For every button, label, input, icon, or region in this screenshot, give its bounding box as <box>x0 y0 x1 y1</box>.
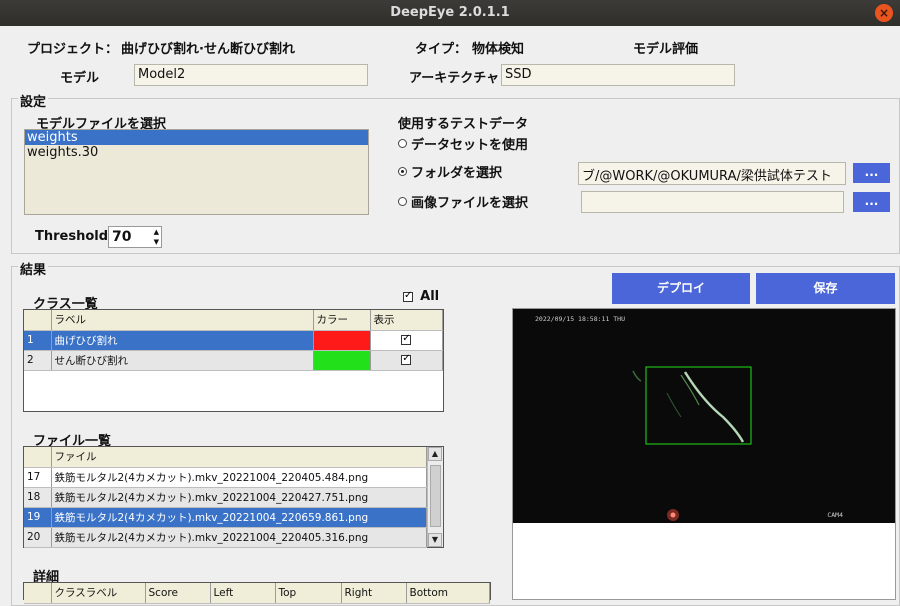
browse-image-button[interactable]: ... <box>853 192 890 212</box>
row-index[interactable]: 17 <box>24 467 52 488</box>
radio-icon[interactable] <box>398 197 407 206</box>
all-label: All <box>420 289 440 304</box>
row-index[interactable]: 2 <box>24 350 52 371</box>
window-titlebar: DeepEye 2.0.1.1 <box>0 0 900 26</box>
option-image-label[interactable]: 画像ファイルを選択 <box>411 192 528 211</box>
corner-cell <box>24 583 52 604</box>
radio-icon[interactable] <box>398 139 407 148</box>
scroll-thumb[interactable] <box>430 465 441 527</box>
column-header[interactable]: Top <box>275 583 342 604</box>
crack-mark <box>683 371 745 443</box>
table-row[interactable]: 18 鉄筋モルタル2(4カメカット).mkv_20221004_220427.7… <box>24 487 427 508</box>
preview-drawing <box>632 366 752 521</box>
column-header[interactable]: ラベル <box>51 310 314 331</box>
column-header[interactable]: ファイル <box>51 447 427 468</box>
file-table-header: ファイル <box>24 447 427 468</box>
test-data-label: 使用するテストデータ <box>398 117 529 132</box>
project-value: 曲げひび割れ·せん断ひび割れ <box>121 42 295 57</box>
spin-up-icon[interactable]: ▲ <box>154 228 159 236</box>
light-spot-core <box>670 512 676 518</box>
model-file-item[interactable]: weights.30 <box>25 145 368 160</box>
crack-mark <box>666 392 682 418</box>
mode-label: モデル評価 <box>633 42 699 57</box>
option-dataset-label[interactable]: データセットを使用 <box>411 134 528 153</box>
project-label: プロジェクト： <box>27 42 119 57</box>
detail-table[interactable]: クラスラベル Score Left Top Right Bottom <box>23 582 491 604</box>
model-file-list[interactable]: weights weights.30 <box>24 129 369 215</box>
column-header[interactable]: Bottom <box>406 583 490 604</box>
table-row[interactable]: 1 曲げひび割れ <box>24 330 443 351</box>
type-label: タイプ： <box>415 42 468 57</box>
deploy-button[interactable]: デプロイ <box>612 273 750 304</box>
column-header[interactable]: Score <box>145 583 211 604</box>
class-table-header: ラベル カラー 表示 <box>24 310 443 331</box>
file-name-cell[interactable]: 鉄筋モルタル2(4カメカット).mkv_20221004_220427.751.… <box>51 487 427 508</box>
class-label-cell[interactable]: せん断ひび割れ <box>51 350 314 371</box>
model-field[interactable]: Model2 <box>134 64 368 86</box>
table-row[interactable]: 19 鉄筋モルタル2(4カメカット).mkv_20221004_220659.8… <box>24 507 427 528</box>
class-label-cell[interactable]: 曲げひび割れ <box>51 330 314 351</box>
results-title: 結果 <box>18 259 49 278</box>
file-name-cell[interactable]: 鉄筋モルタル2(4カメカット).mkv_20221004_220405.484.… <box>51 467 427 488</box>
column-header[interactable]: 表示 <box>370 310 443 331</box>
arch-label: アーキテクチャ <box>409 71 500 86</box>
arch-field[interactable]: SSD <box>501 64 735 86</box>
radio-icon[interactable] <box>398 167 407 176</box>
option-folder-label[interactable]: フォルダを選択 <box>411 162 502 181</box>
save-button[interactable]: 保存 <box>756 273 895 304</box>
file-name-cell[interactable]: 鉄筋モルタル2(4カメカット).mkv_20221004_220659.861.… <box>51 507 427 528</box>
class-color-swatch[interactable] <box>313 330 371 351</box>
type-value: 物体検知 <box>472 42 525 57</box>
table-row[interactable]: 20 鉄筋モルタル2(4カメカット).mkv_20221004_220405.3… <box>24 527 427 548</box>
model-file-item[interactable]: weights <box>25 130 368 145</box>
row-index[interactable]: 18 <box>24 487 52 508</box>
table-row[interactable]: 2 せん断ひび割れ <box>24 350 443 371</box>
browse-folder-button[interactable]: ... <box>853 163 890 183</box>
row-index[interactable]: 20 <box>24 527 52 548</box>
spin-down-icon[interactable]: ▼ <box>154 238 159 246</box>
threshold-label: Threshold <box>35 229 109 244</box>
scroll-down-icon[interactable]: ▼ <box>428 533 442 547</box>
folder-path-field[interactable]: ブ/@WORK/@OKUMURA/梁供試体テスト <box>578 162 846 185</box>
crack-mark <box>632 370 642 382</box>
threshold-spinbox[interactable]: 70 ▲ ▼ <box>108 226 162 248</box>
threshold-value[interactable]: 70 <box>112 229 131 245</box>
all-checkbox[interactable]: All <box>403 289 439 304</box>
checkbox-icon[interactable] <box>401 353 412 365</box>
row-index[interactable]: 1 <box>24 330 52 351</box>
model-label: モデル <box>60 71 100 86</box>
checkbox-icon[interactable] <box>403 290 413 302</box>
show-cell[interactable] <box>370 330 443 351</box>
image-file-field[interactable] <box>581 191 844 213</box>
column-header[interactable]: Right <box>341 583 407 604</box>
close-icon[interactable]: × <box>875 4 893 22</box>
table-row[interactable]: 17 鉄筋モルタル2(4カメカット).mkv_20221004_220405.4… <box>24 467 427 488</box>
file-name-cell[interactable]: 鉄筋モルタル2(4カメカット).mkv_20221004_220405.316.… <box>51 527 427 548</box>
preview-image[interactable]: 2022/09/15 18:58:11 THU CAM4 <box>513 309 895 523</box>
column-header[interactable]: Left <box>210 583 276 604</box>
row-index[interactable]: 19 <box>24 507 52 528</box>
corner-cell <box>24 447 52 468</box>
window-title: DeepEye 2.0.1.1 <box>390 5 510 20</box>
settings-title: 設定 <box>18 91 49 110</box>
scroll-up-icon[interactable]: ▲ <box>428 447 442 461</box>
checkbox-icon[interactable] <box>401 333 412 345</box>
file-scrollbar[interactable]: ▲ ▼ <box>427 447 443 547</box>
column-header[interactable]: カラー <box>313 310 371 331</box>
class-color-swatch[interactable] <box>313 350 371 371</box>
folder-path-text: ブ/@WORK/@OKUMURA/梁供試体テスト <box>582 169 832 184</box>
file-table[interactable]: ファイル 17 鉄筋モルタル2(4カメカット).mkv_20221004_220… <box>23 446 444 548</box>
class-table[interactable]: ラベル カラー 表示 1 曲げひび割れ 2 せん断ひび割れ <box>23 309 444 412</box>
column-header[interactable]: クラスラベル <box>51 583 146 604</box>
detail-table-header: クラスラベル Score Left Top Right Bottom <box>24 583 490 604</box>
show-cell[interactable] <box>370 350 443 371</box>
corner-cell <box>24 310 52 331</box>
